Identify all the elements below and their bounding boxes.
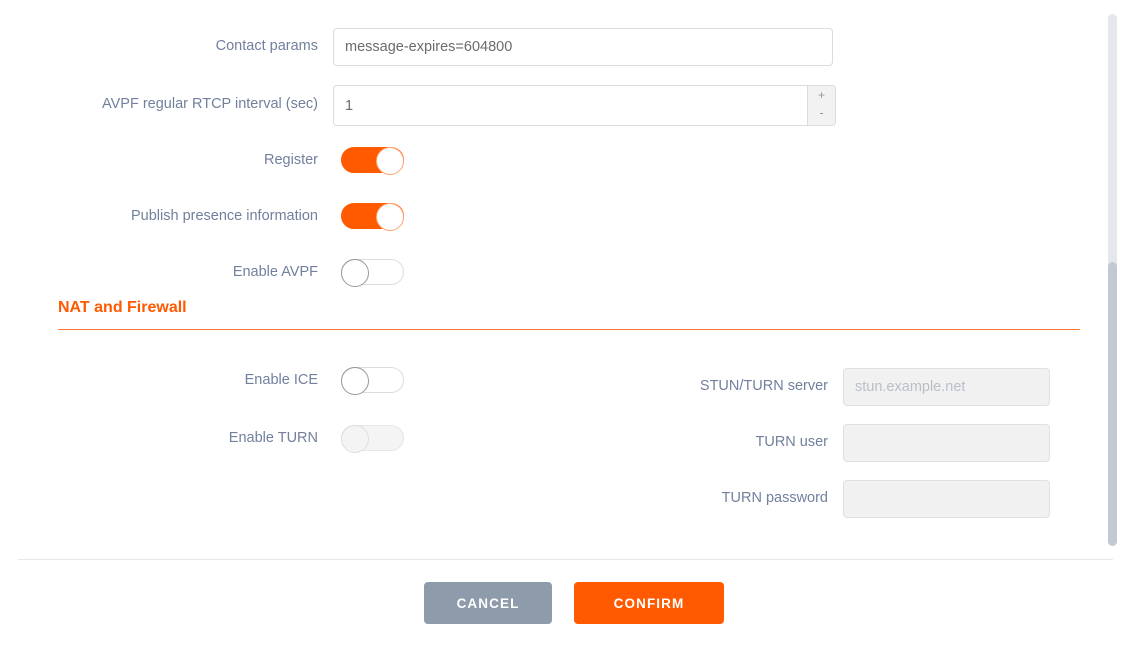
stun-turn-server-label: STUN/TURN server bbox=[699, 378, 828, 394]
turn-user-label: TURN user bbox=[755, 434, 828, 450]
turn-user-input[interactable] bbox=[843, 424, 1050, 462]
form-row-avpf-interval: AVPF regular RTCP interval (sec) + - bbox=[0, 85, 1090, 132]
stun-turn-server-input[interactable] bbox=[843, 368, 1050, 406]
toggle-knob bbox=[376, 203, 404, 231]
form-row-turn-password: TURN password bbox=[0, 480, 1090, 527]
turn-password-input[interactable] bbox=[843, 480, 1050, 518]
vertical-scrollbar-track[interactable] bbox=[1108, 14, 1117, 546]
avpf-interval-label: AVPF regular RTCP interval (sec) bbox=[102, 96, 318, 112]
contact-params-label: Contact params bbox=[215, 38, 318, 54]
publish-presence-label: Publish presence information bbox=[131, 208, 318, 224]
form-row-contact-params: Contact params bbox=[0, 28, 1090, 75]
enable-avpf-toggle[interactable] bbox=[341, 259, 404, 287]
toggle-knob bbox=[376, 147, 404, 175]
avpf-interval-input[interactable] bbox=[334, 86, 807, 125]
cancel-button[interactable]: CANCEL bbox=[424, 582, 552, 624]
stepper-decrement-button[interactable]: - bbox=[808, 104, 835, 125]
form-row-turn-user: TURN user bbox=[0, 424, 1090, 471]
toggle-knob bbox=[341, 259, 369, 287]
settings-scroll-area[interactable]: Contact params AVPF regular RTCP interva… bbox=[0, 0, 1125, 559]
stepper-buttons: + - bbox=[807, 86, 835, 125]
confirm-button[interactable]: CONFIRM bbox=[574, 582, 724, 624]
stepper-increment-button[interactable]: + bbox=[808, 86, 835, 104]
dialog-footer: CANCEL CONFIRM bbox=[0, 560, 1125, 668]
contact-params-input[interactable] bbox=[333, 28, 833, 66]
nat-firewall-title: NAT and Firewall bbox=[58, 299, 187, 316]
enable-avpf-label: Enable AVPF bbox=[232, 264, 318, 280]
form-row-register: Register bbox=[0, 147, 1090, 194]
register-toggle[interactable] bbox=[341, 147, 404, 175]
settings-dialog: Contact params AVPF regular RTCP interva… bbox=[0, 0, 1125, 668]
vertical-scrollbar-thumb[interactable] bbox=[1108, 262, 1117, 546]
publish-presence-toggle[interactable] bbox=[341, 203, 404, 231]
nat-firewall-section: NAT and Firewall bbox=[58, 300, 1080, 330]
form-row-stun-turn-server: STUN/TURN server bbox=[0, 368, 1090, 415]
form-row-publish-presence: Publish presence information bbox=[0, 203, 1090, 250]
avpf-interval-stepper[interactable]: + - bbox=[333, 85, 836, 126]
turn-password-label: TURN password bbox=[721, 490, 828, 506]
section-divider bbox=[58, 329, 1080, 330]
register-label: Register bbox=[264, 152, 318, 168]
